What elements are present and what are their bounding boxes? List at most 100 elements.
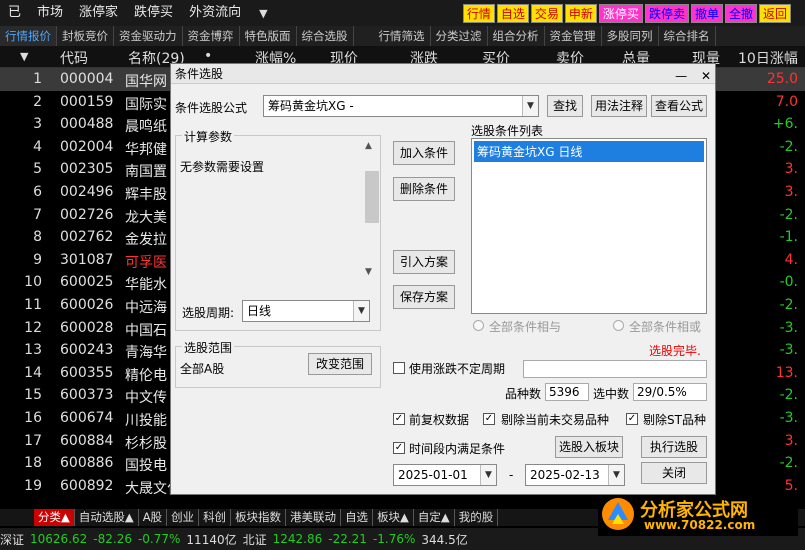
function-tab[interactable]: 行情筛选 bbox=[374, 26, 431, 46]
row-name: 中国石 bbox=[125, 322, 167, 339]
close-icon[interactable]: ✕ bbox=[701, 69, 711, 83]
status-value: -82.26 bbox=[93, 532, 132, 546]
scroll-up-icon[interactable]: ▲ bbox=[365, 141, 372, 151]
add-condition-button[interactable]: 加入条件 bbox=[393, 141, 455, 165]
chevron-down-icon[interactable]: ▼ bbox=[522, 96, 538, 116]
menu-item[interactable]: 已 bbox=[0, 0, 29, 26]
uncertain-period-field[interactable] bbox=[523, 360, 707, 378]
menu-item[interactable]: 市场 bbox=[29, 0, 71, 26]
selected-label: 选中数 bbox=[593, 387, 630, 401]
row-index: 12 bbox=[24, 319, 42, 336]
delete-condition-button[interactable]: 删除条件 bbox=[393, 177, 455, 201]
execute-button[interactable]: 执行选股 bbox=[641, 436, 707, 458]
scroll-thumb[interactable] bbox=[365, 171, 379, 223]
function-tab[interactable]: 综合选股 bbox=[297, 26, 354, 46]
menu-dropdown-icon[interactable]: ▼ bbox=[249, 7, 277, 20]
uncertain-period-checkbox[interactable] bbox=[393, 362, 405, 374]
change-range-button[interactable]: 改变范围 bbox=[308, 353, 372, 375]
quick-button[interactable]: 跌停卖 bbox=[644, 4, 689, 23]
function-tab[interactable]: 行情报价 bbox=[0, 26, 57, 46]
function-tab[interactable]: 特色版面 bbox=[240, 26, 297, 46]
bottom-tab[interactable]: 创业 bbox=[167, 509, 200, 526]
timerange-checkbox[interactable]: ✓ bbox=[393, 442, 405, 454]
timerange-label: 时间段内满足条件 bbox=[409, 442, 506, 456]
col-pct10[interactable]: 10日涨幅 bbox=[738, 48, 798, 68]
menu-item[interactable]: 跌停买 bbox=[126, 0, 181, 26]
quick-button[interactable]: 返回 bbox=[758, 4, 791, 23]
import-plan-button[interactable]: 引入方案 bbox=[393, 250, 455, 274]
calc-params-title: 计算参数 bbox=[182, 128, 235, 145]
row-name: 晨鸣纸 bbox=[125, 119, 167, 136]
row-index: 16 bbox=[24, 409, 42, 426]
sort-arrow-icon[interactable]: ▼ bbox=[20, 50, 28, 63]
formula-select[interactable]: 筹码黄金坑XG - ▼ bbox=[263, 95, 539, 117]
adjust-checkbox[interactable]: ✓ bbox=[393, 413, 405, 425]
bottom-tab[interactable]: 板块▲ bbox=[373, 509, 414, 526]
bottom-tab[interactable]: 分类▲ bbox=[34, 509, 75, 526]
radio-and-label: 全部条件相与 bbox=[489, 320, 562, 334]
exclude-nontrade-checkbox[interactable]: ✓ bbox=[483, 413, 495, 425]
function-tab[interactable]: 资金驱动力 bbox=[114, 26, 183, 46]
usage-button[interactable]: 用法注释 bbox=[591, 95, 647, 117]
row-index: 3 bbox=[33, 116, 42, 133]
view-formula-button[interactable]: 查看公式 bbox=[651, 95, 707, 117]
row-code: 600674 bbox=[60, 409, 114, 426]
bottom-tab[interactable]: A股 bbox=[139, 509, 168, 526]
params-scrollbar[interactable]: ▲ ▼ bbox=[364, 141, 380, 281]
row-pct10: 25.0 bbox=[766, 71, 798, 87]
function-tab[interactable]: 资金管理 bbox=[545, 26, 602, 46]
radio-or[interactable] bbox=[613, 320, 624, 331]
to-block-button[interactable]: 选股入板块 bbox=[555, 436, 623, 458]
function-tab[interactable]: 封板竞价 bbox=[57, 26, 114, 46]
exclude-st-checkbox[interactable]: ✓ bbox=[626, 413, 638, 425]
menu-item[interactable]: 外资流向 bbox=[181, 0, 249, 26]
function-tab[interactable]: 分类过滤 bbox=[431, 26, 488, 46]
row-code: 002305 bbox=[60, 161, 114, 178]
period-label: 选股周期: bbox=[182, 306, 235, 320]
status-value: -1.76% bbox=[372, 532, 416, 546]
bottom-tab[interactable]: 港美联动 bbox=[286, 509, 342, 526]
function-tab[interactable]: 多股同列 bbox=[602, 26, 659, 46]
row-index: 1 bbox=[33, 71, 42, 87]
cond-list-label: 选股条件列表 bbox=[471, 124, 544, 138]
bottom-tab[interactable]: 自定▲ bbox=[414, 509, 455, 526]
bottom-tab[interactable]: 科创 bbox=[199, 509, 232, 526]
menu-item[interactable]: 涨停家 bbox=[71, 0, 126, 26]
date-to-picker[interactable]: 2025-02-13 ▼ bbox=[525, 464, 625, 486]
scroll-down-icon[interactable]: ▼ bbox=[365, 267, 372, 277]
quick-button[interactable]: 全撤 bbox=[724, 4, 757, 23]
quick-button[interactable]: 申新 bbox=[564, 4, 597, 23]
quick-button[interactable]: 撤单 bbox=[690, 4, 723, 23]
function-tab[interactable]: 资金博弈 bbox=[183, 26, 240, 46]
save-plan-button[interactable]: 保存方案 bbox=[393, 285, 455, 309]
quick-button[interactable]: 涨停买 bbox=[598, 4, 643, 23]
row-index: 5 bbox=[33, 161, 42, 178]
quick-button[interactable]: 交易 bbox=[530, 4, 563, 23]
date-from-picker[interactable]: 2025-01-01 ▼ bbox=[393, 464, 497, 486]
quick-button[interactable]: 行情 bbox=[462, 4, 495, 23]
minimize-icon[interactable]: — bbox=[675, 69, 687, 83]
col-code[interactable]: 代码 bbox=[60, 48, 88, 68]
close-button[interactable]: 关闭 bbox=[641, 462, 707, 484]
date-from-value: 2025-01-01 bbox=[398, 468, 468, 482]
row-name: 国投电 bbox=[125, 458, 167, 475]
bottom-tab[interactable]: 自选 bbox=[341, 509, 374, 526]
uncertain-period-label: 使用涨跌不定周期 bbox=[409, 362, 506, 376]
row-name: 中远海 bbox=[125, 299, 167, 316]
row-name: 华能水 bbox=[125, 277, 167, 294]
quick-button[interactable]: 自选 bbox=[496, 4, 529, 23]
bottom-tab[interactable]: 我的股 bbox=[455, 509, 499, 526]
chevron-down-icon[interactable]: ▼ bbox=[480, 465, 496, 485]
find-button[interactable]: 查找 bbox=[547, 95, 583, 117]
chevron-down-icon[interactable]: ▼ bbox=[353, 301, 369, 321]
condition-item[interactable]: 筹码黄金坑XG 日线 bbox=[474, 141, 704, 162]
bottom-tab[interactable]: 板块指数 bbox=[231, 509, 287, 526]
dialog-titlebar[interactable]: 条件选股 — ✕ bbox=[171, 64, 715, 84]
condition-listbox[interactable]: 筹码黄金坑XG 日线 bbox=[471, 138, 707, 314]
period-select[interactable]: 日线 ▼ bbox=[242, 300, 370, 322]
chevron-down-icon[interactable]: ▼ bbox=[608, 465, 624, 485]
function-tab[interactable]: 综合排名 bbox=[659, 26, 716, 46]
radio-and[interactable] bbox=[473, 320, 484, 331]
function-tab[interactable]: 组合分析 bbox=[488, 26, 545, 46]
bottom-tab[interactable]: 自动选股▲ bbox=[75, 509, 139, 526]
